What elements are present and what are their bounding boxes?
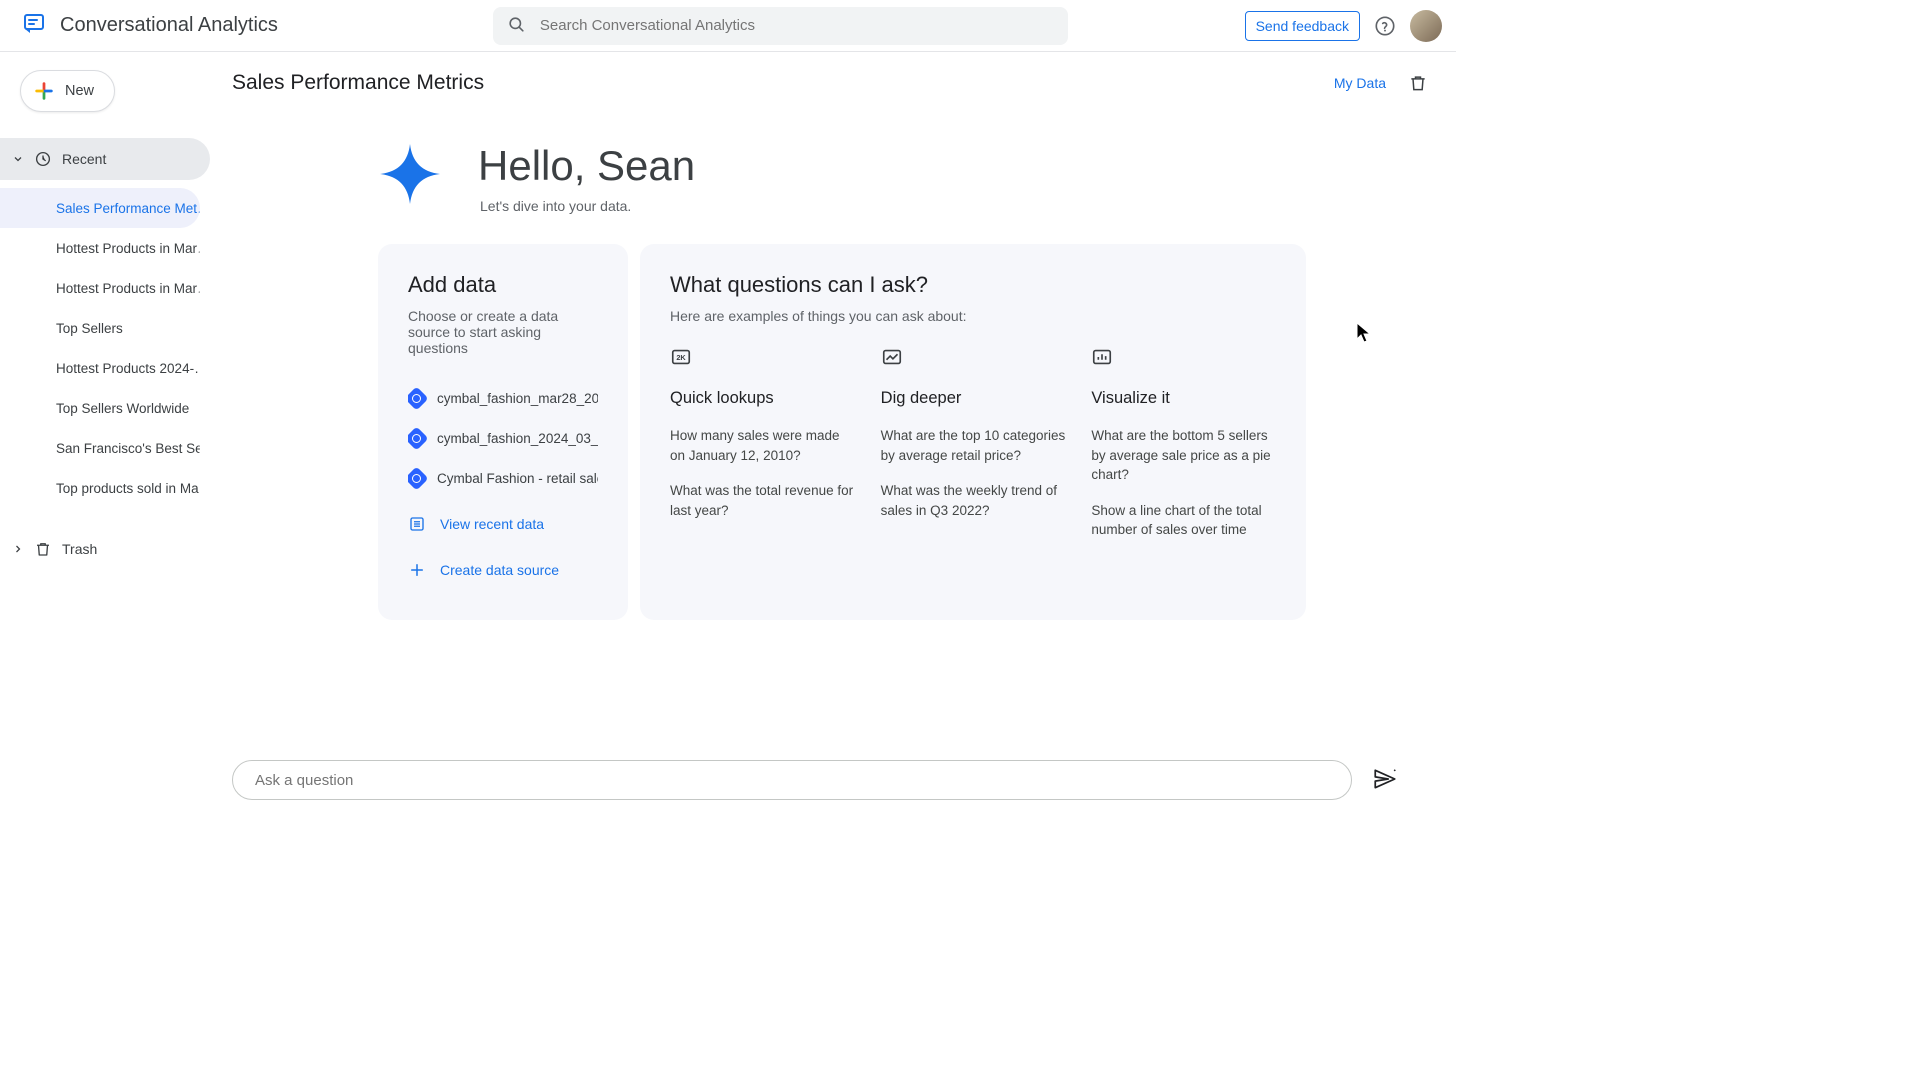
sidebar-item[interactable]: Top Sellers Worldwide	[0, 388, 200, 428]
avatar[interactable]	[1410, 10, 1442, 42]
questions-grid: 2K Quick lookups How many sales were mad…	[670, 346, 1276, 556]
app-title: Conversational Analytics	[60, 14, 278, 37]
questions-col-title: Quick lookups	[670, 389, 855, 408]
clock-icon	[34, 150, 52, 168]
greeting-subtitle: Let's dive into your data.	[480, 198, 695, 214]
datasource-label: cymbal_fashion_2024_03_28	[437, 431, 598, 446]
sidebar-item[interactable]: Hottest Products in Mar…	[0, 228, 200, 268]
datasource-label: cymbal_fashion_mar28_2024…	[437, 391, 598, 406]
page-header: Sales Performance Metrics My Data	[216, 52, 1456, 114]
ask-input[interactable]	[232, 760, 1352, 800]
main: Sales Performance Metrics My Data Hello,…	[216, 52, 1456, 816]
send-feedback-button[interactable]: Send feedback	[1245, 11, 1360, 41]
app-logo-icon	[22, 12, 46, 39]
sparkle-icon	[378, 142, 442, 209]
questions-subtitle: Here are examples of things you can ask …	[670, 308, 1276, 324]
question-example[interactable]: What was the total revenue for last year…	[670, 481, 855, 520]
create-data-source-link[interactable]: Create data source	[408, 550, 598, 590]
trash-icon	[34, 540, 52, 558]
question-example[interactable]: What are the top 10 categories by averag…	[881, 426, 1066, 465]
cursor-icon	[1356, 322, 1372, 344]
questions-col-lookup: 2K Quick lookups How many sales were mad…	[670, 346, 855, 556]
datasource-row[interactable]: cymbal_fashion_mar28_2024…	[408, 378, 598, 418]
create-data-source-label: Create data source	[440, 562, 559, 578]
topbar-right: Send feedback	[1245, 10, 1442, 42]
page-actions: My Data	[1334, 73, 1428, 93]
sidebar-section-recent[interactable]: Recent	[0, 138, 210, 180]
questions-col-viz: Visualize it What are the bottom 5 selle…	[1091, 346, 1276, 556]
lookup-icon: 2K	[670, 346, 692, 368]
sidebar-item-label: Hottest Products in Mar…	[56, 281, 200, 296]
bar-chart-icon	[1091, 346, 1113, 368]
view-recent-data-link[interactable]: View recent data	[408, 504, 598, 544]
sidebar-item[interactable]: Hottest Products in Mar…	[0, 268, 200, 308]
cards-row: Add data Choose or create a data source …	[378, 244, 1456, 620]
add-data-card: Add data Choose or create a data source …	[378, 244, 628, 620]
sidebar-section-label: Trash	[62, 541, 97, 557]
send-button[interactable]	[1372, 766, 1398, 795]
sidebar-section-trash[interactable]: Trash	[0, 528, 210, 570]
datasource-row[interactable]: cymbal_fashion_2024_03_28	[408, 418, 598, 458]
topbar: Conversational Analytics Send feedback	[0, 0, 1456, 52]
sidebar-item-label: San Francisco's Best Se…	[56, 441, 200, 456]
delete-icon[interactable]	[1408, 73, 1428, 93]
datasource-icon	[408, 426, 429, 450]
list-icon	[408, 515, 426, 533]
greeting-title: Hello, Sean	[478, 142, 695, 190]
sidebar-item-label: Hottest Products 2024-…	[56, 361, 200, 376]
question-example[interactable]: What are the bottom 5 sellers by average…	[1091, 426, 1276, 485]
question-example[interactable]: What was the weekly trend of sales in Q3…	[881, 481, 1066, 520]
plus-icon	[408, 561, 426, 579]
ask-bar	[232, 760, 1398, 800]
search-icon	[507, 15, 526, 37]
question-example[interactable]: Show a line chart of the total number of…	[1091, 501, 1276, 540]
questions-col-title: Visualize it	[1091, 389, 1276, 408]
sidebar-item[interactable]: Top Sellers	[0, 308, 200, 348]
plus-multicolor-icon	[33, 80, 55, 102]
trend-icon	[881, 346, 903, 368]
send-feedback-label: Send feedback	[1256, 18, 1349, 34]
chevron-down-icon	[12, 153, 24, 165]
page-title: Sales Performance Metrics	[232, 71, 484, 95]
questions-title: What questions can I ask?	[670, 272, 1276, 298]
sidebar-item-label: Top Sellers	[56, 321, 123, 336]
sidebar: New Recent Sales Performance Met… Hottes…	[0, 52, 216, 816]
sidebar-item-label: Top Sellers Worldwide	[56, 401, 189, 416]
my-data-link[interactable]: My Data	[1334, 75, 1386, 91]
search-input[interactable]	[538, 16, 1054, 35]
sidebar-item-label: Hottest Products in Mar…	[56, 241, 200, 256]
question-example[interactable]: How many sales were made on January 12, …	[670, 426, 855, 465]
sidebar-item[interactable]: Top products sold in Ma…	[0, 468, 200, 508]
new-button[interactable]: New	[20, 70, 115, 112]
greeting: Hello, Sean Let's dive into your data.	[378, 142, 1456, 214]
questions-col-dig: Dig deeper What are the top 10 categorie…	[881, 346, 1066, 556]
add-data-subtitle: Choose or create a data source to start …	[408, 308, 598, 356]
sidebar-recent-children: Sales Performance Met… Hottest Products …	[0, 186, 216, 528]
new-button-label: New	[65, 83, 94, 99]
view-recent-data-label: View recent data	[440, 516, 544, 532]
sidebar-item[interactable]: San Francisco's Best Se…	[0, 428, 200, 468]
chevron-right-icon	[12, 543, 24, 555]
layout: New Recent Sales Performance Met… Hottes…	[0, 52, 1456, 816]
send-icon	[1372, 766, 1398, 792]
help-icon[interactable]	[1374, 15, 1396, 37]
add-data-title: Add data	[408, 272, 598, 298]
svg-text:2K: 2K	[676, 353, 686, 362]
questions-col-title: Dig deeper	[881, 389, 1066, 408]
search-box[interactable]	[493, 7, 1068, 45]
datasource-label: Cymbal Fashion - retail sales …	[437, 471, 598, 486]
datasource-row[interactable]: Cymbal Fashion - retail sales …	[408, 458, 598, 498]
datasource-icon	[408, 386, 429, 410]
sidebar-section-label: Recent	[62, 151, 106, 167]
datasource-icon	[408, 466, 429, 490]
sidebar-item-label: Sales Performance Met…	[56, 201, 200, 216]
brand: Conversational Analytics	[22, 12, 278, 39]
questions-card: What questions can I ask? Here are examp…	[640, 244, 1306, 620]
sidebar-item-label: Top products sold in Ma…	[56, 481, 200, 496]
sidebar-item[interactable]: Hottest Products 2024-…	[0, 348, 200, 388]
sidebar-item[interactable]: Sales Performance Met…	[0, 188, 200, 228]
content: Hello, Sean Let's dive into your data. A…	[216, 114, 1456, 620]
